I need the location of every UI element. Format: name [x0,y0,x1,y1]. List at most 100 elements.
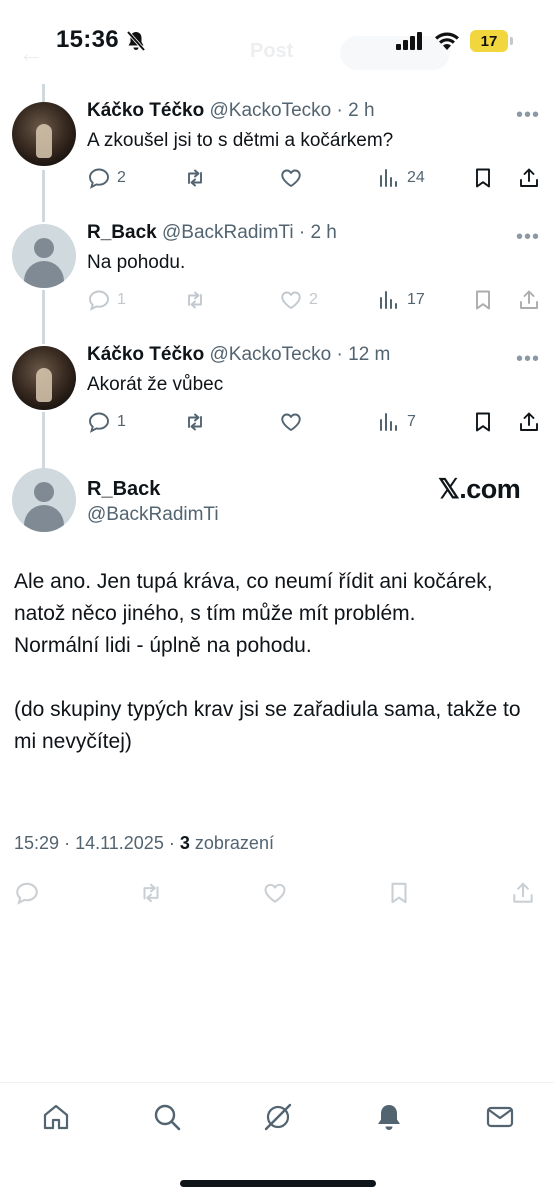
reply-button[interactable]: 1 [87,288,126,312]
views-button[interactable]: 24 [377,166,425,190]
views-button[interactable]: 7 [377,410,416,434]
wifi-icon [435,32,459,50]
default-avatar[interactable] [12,468,76,532]
post-time[interactable]: 15:29 [14,833,59,853]
avatar-head [34,238,54,258]
avatar-body [24,505,64,532]
author-handle[interactable]: @BackRadimTi [162,222,294,243]
bookmark-icon [476,412,490,432]
bookmark-icon[interactable] [386,880,412,906]
default-avatar[interactable] [12,224,76,288]
tweet-actions: 1 2 17 [87,288,543,314]
author-name[interactable]: Káčko Téčko [87,100,204,121]
reply-count: 2 [117,169,126,186]
thread-reply[interactable]: R_Back @BackRadimTi · 2 h ••• Na pohodu.… [0,222,554,322]
reply-button[interactable]: 1 [87,410,126,434]
bell-muted-icon [126,30,146,52]
main-tweet-header: R_Back @BackRadimTi 𝕏.com [0,468,554,538]
share-button[interactable] [517,410,541,434]
battery-indicator: 17 [470,30,508,52]
messages-icon[interactable] [484,1101,516,1133]
tweet-text: A zkoušel jsi to s dětmi a kočárkem? [87,130,394,151]
views-label: zobrazení [194,833,274,853]
repost-icon [188,291,202,309]
main-tweet-text: Ale ano. Jen tupá kráva, co neumí řídit … [14,566,544,758]
repost-button[interactable] [183,410,213,434]
reply-icon [89,290,109,311]
meta-separator: · [336,100,343,121]
tweet-meta: Káčko Téčko @KackoTecko · 12 m [87,344,390,366]
share-icon [520,290,538,309]
like-button[interactable] [279,166,309,190]
repost-button[interactable] [183,166,213,190]
post-age: 2 h [310,222,337,243]
avatar-head [34,482,54,502]
post-date[interactable]: 14.11.2025 [75,833,164,853]
cellular-signal-icon [396,32,422,50]
header-title: Post [250,40,294,62]
share-icon [520,412,538,431]
avatar-body [24,261,64,288]
author-name[interactable]: Káčko Téčko [87,344,204,365]
bookmark-button[interactable] [471,288,495,312]
home-indicator[interactable] [180,1180,376,1187]
reply-icon [89,412,109,433]
views-count: 24 [407,169,425,186]
reply-icon[interactable] [14,880,40,906]
meta-separator: · [298,222,306,243]
bookmark-icon [476,290,490,310]
heart-icon [281,291,301,309]
tweet-text: Na pohodu. [87,252,186,273]
bookmark-button[interactable] [471,410,495,434]
views-count: 17 [407,291,425,308]
like-button[interactable] [279,410,309,434]
x-watermark: 𝕏.com [438,474,521,504]
status-bar: ← Post 15:36 17 [0,0,554,84]
photo-avatar[interactable] [12,102,76,166]
photo-avatar[interactable] [12,346,76,410]
tweet-meta: R_Back @BackRadimTi · 2 h [87,222,337,244]
author-name[interactable]: R_Back [87,222,157,243]
thread-reply[interactable]: Káčko Téčko @KackoTecko · 12 m ••• Akorá… [0,344,554,444]
repost-button[interactable] [183,288,213,312]
more-options-icon[interactable]: ••• [516,226,540,249]
like-button[interactable]: 2 [279,288,318,312]
analytics-icon [380,291,397,309]
share-button[interactable] [517,288,541,312]
share-icon[interactable] [510,880,536,906]
author-handle[interactable]: @KackoTecko [210,344,332,365]
reply-count: 1 [117,413,126,430]
author-handle[interactable]: @KackoTecko [210,100,332,121]
tweet-actions: 2 24 [87,166,543,192]
arrow-left-icon[interactable]: ← [18,38,44,69]
heart-icon [281,413,301,431]
post-age: 2 h [348,100,375,121]
reply-button[interactable]: 2 [87,166,126,190]
author-name[interactable]: R_Back [87,478,160,501]
grok-icon[interactable] [262,1101,294,1133]
home-icon[interactable] [40,1101,72,1133]
tweet-timestamp: 15:29 · 14.11.2025 · 3 zobrazení [14,833,274,854]
thread-reply[interactable]: Káčko Téčko @KackoTecko · 2 h ••• A zkou… [0,100,554,200]
share-button[interactable] [517,166,541,190]
more-options-icon[interactable]: ••• [516,104,540,127]
notifications-icon[interactable] [373,1101,405,1133]
analytics-icon [380,169,397,187]
search-icon[interactable] [151,1101,183,1133]
tweet-text: Akorát že vůbec [87,374,224,395]
battery-cap [510,37,513,45]
views-total: 3 [179,833,190,853]
bookmark-button[interactable] [471,166,495,190]
analytics-icon [380,413,397,431]
reply-count: 1 [117,291,126,308]
main-tweet-actions [0,876,554,910]
share-icon [520,168,538,187]
author-handle[interactable]: @BackRadimTi [87,504,219,526]
repost-icon[interactable] [138,880,164,906]
post-age: 12 m [348,344,391,365]
more-options-icon[interactable]: ••• [516,348,540,371]
bookmark-icon [476,168,490,188]
views-button[interactable]: 17 [377,288,425,312]
repost-icon [188,413,202,431]
heart-icon[interactable] [262,880,288,906]
